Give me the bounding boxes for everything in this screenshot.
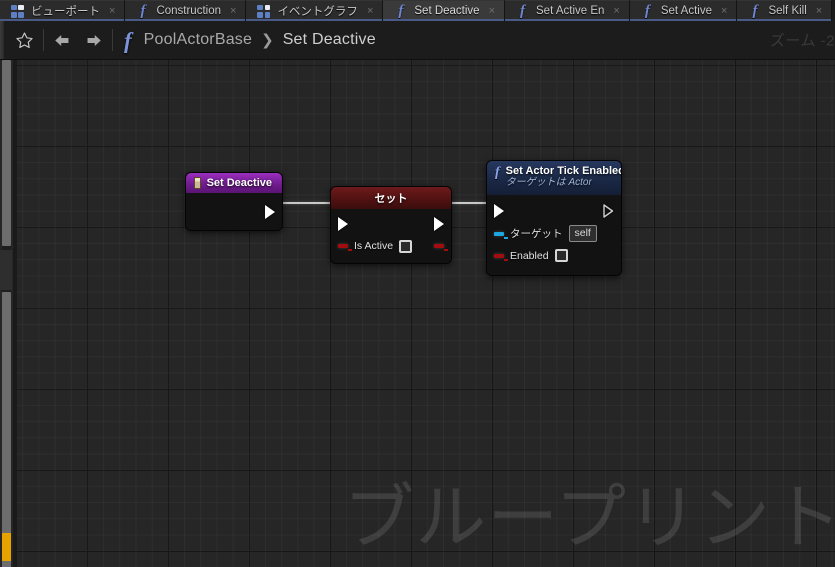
close-icon[interactable]: × [719,5,727,17]
pin-row-exec-out [186,202,282,222]
tab-label: Set Active [660,5,712,17]
is-active-checkbox[interactable] [399,239,413,253]
tab-label: Self Kill [768,5,807,17]
node-body: Is Active [331,209,451,263]
node-header: セット [331,187,451,209]
left-panel-scrollbar[interactable] [0,60,17,567]
star-icon [16,31,33,48]
tab-viewport[interactable]: ビューポート × [0,0,126,21]
editor-tab-bar: ビューポート × f Construction × イベントグラフ × f Se… [0,0,835,21]
pin-row-exec [331,214,451,234]
tab-event-graph[interactable]: イベントグラフ × [246,0,384,21]
favorite-button[interactable] [9,25,40,56]
node-title: Set Deactive [206,177,272,189]
tab-set-deactive[interactable]: f Set Deactive × [383,0,506,21]
close-icon[interactable]: × [228,5,236,17]
function-icon: f [495,165,500,180]
arrow-left-icon [55,34,69,46]
compile-status-indicator [2,533,11,561]
exec-triangle-icon [494,203,504,218]
node-title: セット [374,193,408,205]
panel-edge-divider [13,60,17,567]
pin-row-enabled: Enabled [487,246,621,266]
close-icon[interactable]: × [611,5,619,17]
exec-triangle-outline-icon [603,203,614,218]
pin-label: Enabled [510,249,549,262]
node-header: f Set Actor Tick Enabled ターゲットは Actor [487,161,621,195]
node-header: Set Deactive [186,173,282,193]
exec-output-pin[interactable] [603,203,614,218]
toolbar-divider [43,29,44,51]
target-self-value[interactable]: self [568,225,597,243]
is-active-output[interactable] [434,244,448,251]
arrow-right-icon [87,34,101,46]
bool-pin-icon [434,244,448,251]
graph-toolbar: f PoolActorBase ❯ Set Deactive ズーム -2 [0,21,835,60]
node-set-deactive-entry[interactable]: Set Deactive [185,172,283,231]
exec-output-pin[interactable] [265,205,275,219]
exec-input-pin[interactable] [494,203,504,218]
close-icon[interactable]: × [487,5,495,17]
function-icon: f [124,27,132,53]
pin-row-target: ターゲット self [487,224,621,244]
viewport-grid-icon [11,4,24,18]
object-pin-icon [494,231,508,239]
function-icon: f [520,3,526,19]
function-icon: f [398,3,404,19]
function-icon: f [644,3,650,19]
navigate-forward-button[interactable] [78,25,109,56]
tab-construction-script[interactable]: f Construction × [125,0,247,21]
tab-self-kill[interactable]: f Self Kill × [737,0,833,21]
exec-output-pin[interactable] [434,217,444,231]
node-body: ターゲット self Enabled [487,194,621,275]
tab-label: Set Deactive [414,5,480,17]
collapsed-graph-icon [194,177,201,189]
exec-triangle-icon [265,205,275,219]
node-set-is-active[interactable]: セット Is Active [330,186,452,264]
node-subtitle: ターゲットは Actor [505,177,592,189]
close-icon[interactable]: × [107,5,115,17]
close-icon[interactable]: × [814,5,822,17]
pin-row-is-active: Is Active [331,236,451,256]
tab-set-active-en[interactable]: f Set Active En × [505,0,630,21]
target-input[interactable]: ターゲット self [494,225,597,243]
scrollbar-thumb-lower[interactable] [2,292,11,567]
function-icon: f [752,3,758,19]
navigate-back-button[interactable] [47,25,78,56]
exec-triangle-icon [434,217,444,231]
exec-triangle-icon [338,217,348,231]
tab-label: イベントグラフ [277,6,358,18]
close-icon[interactable]: × [365,5,373,17]
breadcrumb-current[interactable]: Set Deactive [283,31,376,49]
zoom-level-label: ズーム -2 [769,32,835,50]
pin-label: ターゲット [510,228,563,241]
breadcrumb-root[interactable]: PoolActorBase [144,31,252,49]
function-icon: f [140,3,146,19]
viewport-grid-icon [257,4,271,18]
chevron-right-icon: ❯ [261,32,274,49]
node-body [186,193,282,230]
scrollbar-thumb-upper[interactable] [2,60,11,246]
blueprint-graph-canvas[interactable]: ブループリント Set Deactive セット Is Active f Set… [0,60,835,567]
exec-input-pin[interactable] [338,217,348,231]
tab-label: Construction [156,5,221,17]
pin-row-exec [487,201,621,221]
graph-watermark: ブループリント [343,476,835,559]
bool-pin-icon [494,253,508,261]
blueprint-editor-window: ビューポート × f Construction × イベントグラフ × f Se… [0,0,835,567]
splitter-handle[interactable] [0,250,12,290]
breadcrumb: f PoolActorBase ❯ Set Deactive [116,29,376,52]
pin-label: Is Active [354,240,394,252]
tab-label: Set Active En [536,5,605,17]
enabled-checkbox[interactable] [554,249,568,263]
toolbar-divider [112,29,113,51]
node-set-actor-tick-enabled[interactable]: f Set Actor Tick Enabled ターゲットは Actor ター… [486,160,622,276]
enabled-input[interactable]: Enabled [494,249,568,263]
is-active-input[interactable]: Is Active [338,239,413,253]
tab-label: ビューポート [31,6,100,18]
tab-set-active[interactable]: f Set Active × [629,0,738,21]
bool-pin-icon [338,244,352,251]
